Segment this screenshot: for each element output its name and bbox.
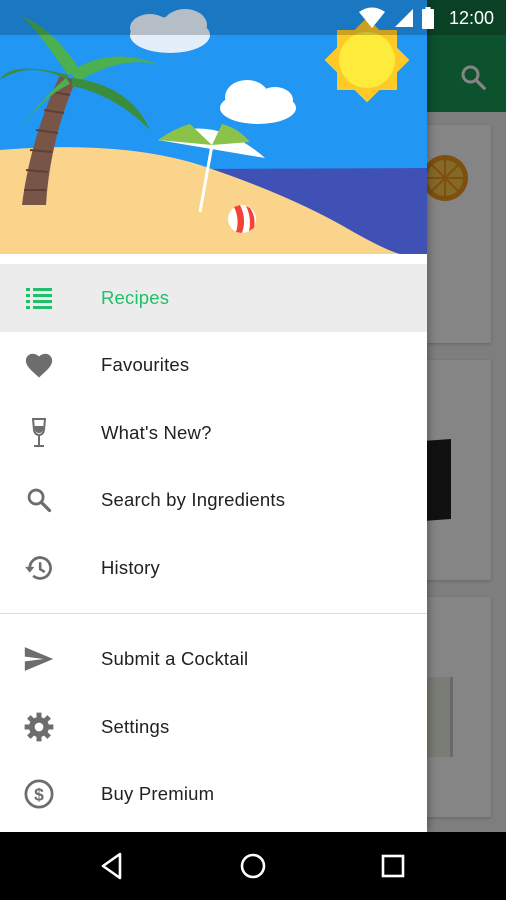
drawer-item-label: Recipes <box>101 286 170 308</box>
system-nav-bar <box>0 832 506 900</box>
drawer-item-label: Buy Premium <box>101 783 215 805</box>
signal-icon <box>395 9 413 27</box>
drawer-item-label: Settings <box>101 715 170 737</box>
drawer-menu: Recipes Favourites What's New? Search by… <box>0 264 427 828</box>
dollar-icon: $ <box>23 778 55 810</box>
beach-illustration <box>0 0 427 254</box>
battery-icon <box>422 7 434 29</box>
drawer-header-beach-illustration <box>0 0 427 254</box>
navigation-drawer: Recipes Favourites What's New? Search by… <box>0 0 427 832</box>
drawer-item-search-by-ingredients[interactable]: Search by Ingredients <box>0 467 427 535</box>
home-icon[interactable] <box>238 851 268 881</box>
drawer-item-settings[interactable]: Settings <box>0 693 427 761</box>
history-icon <box>23 552 55 584</box>
drawer-item-label: What's New? <box>101 421 212 443</box>
recents-icon[interactable] <box>378 851 408 881</box>
list-icon <box>23 282 55 314</box>
drawer-item-recipes[interactable]: Recipes <box>0 264 427 332</box>
drawer-divider <box>0 612 427 614</box>
drawer-item-label: History <box>101 556 160 578</box>
back-icon[interactable] <box>98 851 128 881</box>
drawer-item-submit-cocktail[interactable]: Submit a Cocktail <box>0 626 427 694</box>
search-icon <box>23 484 55 516</box>
gear-icon <box>23 711 55 743</box>
drawer-item-label: Search by Ingredients <box>101 489 286 511</box>
send-icon <box>23 643 55 675</box>
drawer-item-history[interactable]: History <box>0 534 427 602</box>
drawer-item-favourites[interactable]: Favourites <box>0 332 427 400</box>
drawer-item-label: Submit a Cocktail <box>101 648 249 670</box>
drawer-item-whats-new[interactable]: What's New? <box>0 399 427 467</box>
wine-glass-icon <box>23 417 55 449</box>
drawer-item-label: Favourites <box>101 354 190 376</box>
status-time: 12:00 <box>448 8 494 28</box>
drawer-item-buy-premium[interactable]: $ Buy Premium <box>0 761 427 829</box>
svg-text:$: $ <box>34 785 44 805</box>
wifi-icon <box>359 7 385 28</box>
heart-icon <box>23 349 55 381</box>
status-bar: 12:00 <box>0 0 506 35</box>
